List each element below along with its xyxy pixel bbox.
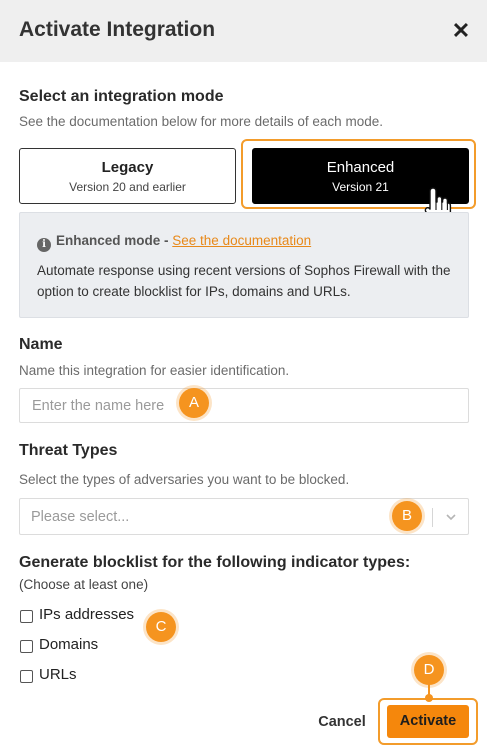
documentation-link[interactable]: See the documentation — [172, 233, 311, 248]
annotation-marker-d: D — [414, 655, 444, 685]
mode-legacy-title: Legacy — [101, 159, 154, 176]
info-panel: i Enhanced mode - See the documentation A… — [19, 212, 469, 318]
threat-types-placeholder: Please select... — [31, 509, 130, 525]
annotation-marker-b: B — [392, 501, 422, 531]
checkbox-ips-label[interactable]: IPs addresses — [39, 606, 134, 623]
activate-button[interactable]: Activate — [387, 705, 469, 738]
dialog-title: Activate Integration — [19, 18, 216, 41]
close-icon[interactable]: ✕ — [450, 18, 472, 44]
info-mode-name: Enhanced mode - — [56, 233, 169, 248]
integration-mode-label: Select an integration mode — [19, 88, 224, 105]
name-help: Name this integration for easier identif… — [19, 363, 290, 378]
info-heading: i Enhanced mode - See the documentation — [37, 233, 311, 252]
blocklist-label: Generate blocklist for the following ind… — [19, 554, 411, 571]
select-separator — [432, 508, 433, 527]
checkbox-urls-label[interactable]: URLs — [39, 666, 77, 683]
annotation-marker-c: C — [146, 612, 176, 642]
info-description: Automate response using recent versions … — [37, 263, 451, 299]
name-label: Name — [19, 336, 63, 353]
name-input[interactable]: Enter the name here — [19, 388, 469, 423]
mode-enhanced-title: Enhanced — [326, 159, 395, 176]
dialog-header: Activate Integration ✕ — [0, 0, 487, 62]
annotation-marker-a: A — [179, 388, 209, 418]
checkbox-domains-box[interactable] — [20, 640, 33, 653]
annotation-marker-d-dot — [425, 694, 433, 702]
checkbox-domains-label[interactable]: Domains — [39, 636, 98, 653]
mode-legacy-button[interactable]: Legacy Version 20 and earlier — [19, 148, 236, 204]
integration-mode-help: See the documentation below for more det… — [19, 114, 383, 129]
checkbox-ips-box[interactable] — [20, 610, 33, 623]
threat-types-help: Select the types of adversaries you want… — [19, 472, 350, 487]
info-icon: i — [37, 238, 51, 252]
mode-legacy-subtitle: Version 20 and earlier — [69, 180, 186, 194]
name-input-placeholder: Enter the name here — [32, 398, 165, 414]
blocklist-help: (Choose at least one) — [19, 577, 149, 592]
chevron-down-icon[interactable] — [444, 510, 458, 524]
cancel-button[interactable]: Cancel — [312, 710, 372, 734]
checkbox-urls-box[interactable] — [20, 670, 33, 683]
threat-types-label: Threat Types — [19, 442, 118, 459]
